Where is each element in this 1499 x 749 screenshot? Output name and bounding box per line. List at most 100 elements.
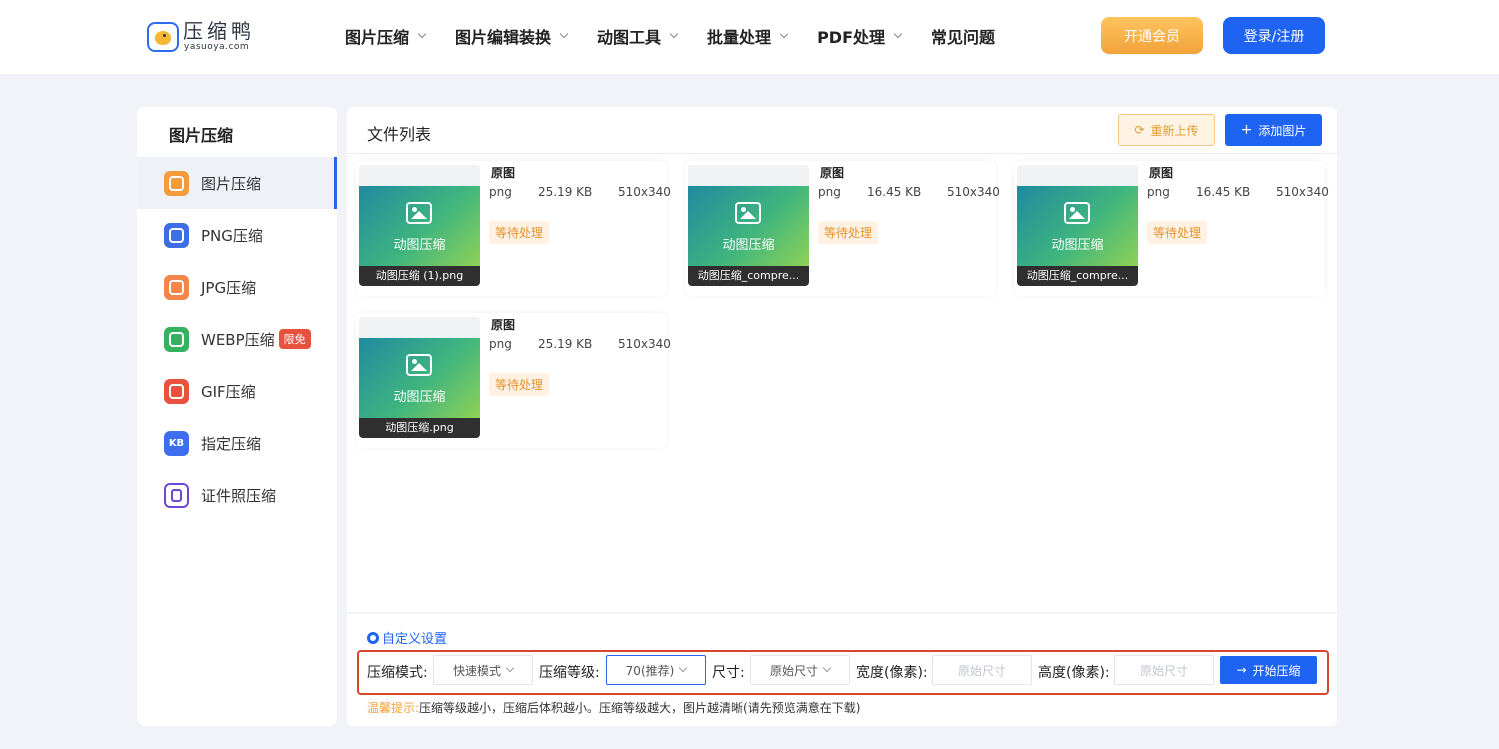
plus-icon: +: [1240, 122, 1253, 138]
file-list-panel: 文件列表 ⟳ 重新上传 + 添加图片 动图压缩 动图压缩 (1).png 原图 pn…: [347, 107, 1337, 612]
file-card[interactable]: 动图压缩 动图压缩.png 原图 png 25.19 KB 510x340 等待…: [356, 313, 671, 448]
file-format: png: [489, 337, 512, 351]
file-card[interactable]: 动图压缩 动图压缩 (1).png 原图 png 25.19 KB 510x34…: [356, 161, 671, 296]
sidebar-item-image-compress[interactable]: 图片压缩: [137, 157, 337, 209]
gif-icon: [164, 378, 189, 404]
file-format: png: [818, 185, 841, 199]
file-dimensions: 510x340: [618, 337, 671, 351]
divider: [347, 153, 1337, 154]
sidebar-list: 图片压缩 PNG压缩 JPG压缩 WEBP压缩 限免 GIF压缩 KB 指定压缩…: [137, 157, 337, 521]
nav-item-gif-tools[interactable]: 动图工具: [597, 24, 679, 48]
file-name: 动图压缩 (1).png: [359, 266, 480, 286]
file-thumbnail[interactable]: 动图压缩 动图压缩 (1).png: [359, 165, 480, 286]
sidebar-title: 图片压缩: [169, 126, 234, 145]
original-label: 原图: [491, 166, 516, 180]
file-card[interactable]: 动图压缩 动图压缩_compre... 原图 png 16.45 KB 510x…: [685, 161, 1000, 296]
start-compress-button[interactable]: → 开始压缩: [1220, 656, 1317, 684]
status-badge: 等待处理: [818, 221, 879, 244]
file-dimensions: 510x340: [1276, 185, 1329, 199]
sidebar-item-label: 指定压缩: [201, 434, 262, 453]
refresh-icon: ⟳: [1134, 123, 1145, 137]
main-nav: 图片压缩 图片编辑装换 动图工具 批量处理 PDF处理 常见问题: [345, 24, 1025, 48]
chevron-down-icon: [779, 29, 789, 38]
file-format: png: [1147, 185, 1170, 199]
sidebar-item-gif[interactable]: GIF压缩: [137, 365, 337, 417]
sidebar: 图片压缩 图片压缩 PNG压缩 JPG压缩 WEBP压缩 限免 GIF压缩 KB…: [137, 107, 337, 726]
sidebar-item-label: PNG压缩: [201, 226, 263, 245]
nav-item-faq[interactable]: 常见问题: [931, 24, 995, 48]
level-label: 压缩等级:: [539, 665, 600, 681]
login-button[interactable]: 登录/注册: [1223, 17, 1325, 54]
top-header: 压缩鸭 yasuoya.com 图片压缩 图片编辑装换 动图工具 批量处理 PD…: [0, 0, 1499, 74]
file-thumbnail[interactable]: 动图压缩 动图压缩_compre...: [688, 165, 809, 286]
site-logo[interactable]: 压缩鸭 yasuoya.com: [147, 20, 257, 54]
chevron-down-icon: [505, 663, 515, 673]
image-icon: [406, 202, 432, 224]
mode-label: 压缩模式:: [367, 665, 428, 681]
jpg-icon: [164, 274, 189, 300]
settings-panel: 自定义设置 压缩模式: 快速模式 压缩等级: 70(推荐) 尺寸: 原始尺寸 宽…: [347, 614, 1337, 726]
chevron-down-icon: [669, 29, 679, 38]
sidebar-item-label: WEBP压缩: [201, 330, 275, 349]
logo-title: 压缩鸭: [183, 19, 255, 43]
original-label: 原图: [1149, 166, 1174, 180]
file-dimensions: 510x340: [618, 185, 671, 199]
duck-logo-icon: [147, 22, 179, 52]
reupload-button[interactable]: ⟳ 重新上传: [1118, 114, 1215, 146]
file-size: 25.19 KB: [538, 337, 593, 351]
id-photo-icon: [164, 482, 189, 508]
file-thumbnail[interactable]: 动图压缩 动图压缩.png: [359, 317, 480, 438]
file-list-title: 文件列表: [367, 125, 432, 144]
chevron-down-icon: [893, 29, 903, 38]
webp-icon: [164, 326, 189, 352]
sidebar-item-jpg[interactable]: JPG压缩: [137, 261, 337, 313]
chevron-down-icon: [417, 29, 427, 38]
add-image-button[interactable]: + 添加图片: [1225, 114, 1322, 146]
gear-icon: [367, 631, 379, 644]
image-icon: [406, 354, 432, 376]
status-badge: 等待处理: [489, 221, 550, 244]
arrow-right-icon: →: [1236, 663, 1247, 677]
nav-item-pdf[interactable]: PDF处理: [817, 24, 903, 48]
sidebar-item-webp[interactable]: WEBP压缩 限免: [137, 313, 337, 365]
sidebar-item-label: JPG压缩: [201, 278, 257, 297]
png-icon: [164, 222, 189, 248]
file-size: 16.45 KB: [867, 185, 922, 199]
sidebar-item-label: 图片压缩: [201, 174, 262, 193]
file-size: 25.19 KB: [538, 185, 593, 199]
original-label: 原图: [820, 166, 845, 180]
chevron-down-icon: [559, 29, 569, 38]
file-name: 动图压缩_compre...: [1017, 266, 1138, 286]
nav-item-batch[interactable]: 批量处理: [707, 24, 789, 48]
sidebar-item-label: 证件照压缩: [201, 486, 277, 505]
image-icon: [735, 202, 761, 224]
file-size: 16.45 KB: [1196, 185, 1251, 199]
nav-item-image-compress[interactable]: 图片压缩: [345, 24, 427, 48]
chevron-down-icon: [679, 663, 688, 673]
size-select[interactable]: 原始尺寸: [750, 655, 850, 685]
original-label: 原图: [491, 318, 516, 332]
image-compress-icon: [164, 170, 189, 196]
mode-select[interactable]: 快速模式: [433, 655, 533, 685]
vip-button[interactable]: 开通会员: [1101, 17, 1203, 54]
tip-text: 温馨提示:压缩等级越小，压缩后体积越小。压缩等级越大，图片越清晰(请先预览满意在…: [367, 701, 861, 715]
file-card[interactable]: 动图压缩 动图压缩_compre... 原图 png 16.45 KB 510x…: [1014, 161, 1329, 296]
file-dimensions: 510x340: [947, 185, 1000, 199]
height-input[interactable]: 原始尺寸: [1114, 655, 1214, 685]
file-name: 动图压缩_compre...: [688, 266, 809, 286]
sidebar-item-label: GIF压缩: [201, 382, 256, 401]
image-icon: [1064, 202, 1090, 224]
level-select[interactable]: 70(推荐): [606, 655, 706, 685]
free-badge: 限免: [278, 329, 311, 349]
nav-item-image-edit[interactable]: 图片编辑装换: [455, 24, 569, 48]
sidebar-item-id-photo[interactable]: 证件照压缩: [137, 469, 337, 521]
width-input[interactable]: 原始尺寸: [932, 655, 1032, 685]
custom-settings-link[interactable]: 自定义设置: [367, 628, 447, 647]
sidebar-item-png[interactable]: PNG压缩: [137, 209, 337, 261]
tip-label: 温馨提示:: [367, 701, 420, 715]
file-thumbnail[interactable]: 动图压缩 动图压缩_compre...: [1017, 165, 1138, 286]
sidebar-item-target-size[interactable]: KB 指定压缩: [137, 417, 337, 469]
size-label: 尺寸:: [712, 665, 745, 681]
kb-icon: KB: [164, 430, 189, 456]
width-label: 宽度(像素):: [856, 665, 928, 681]
